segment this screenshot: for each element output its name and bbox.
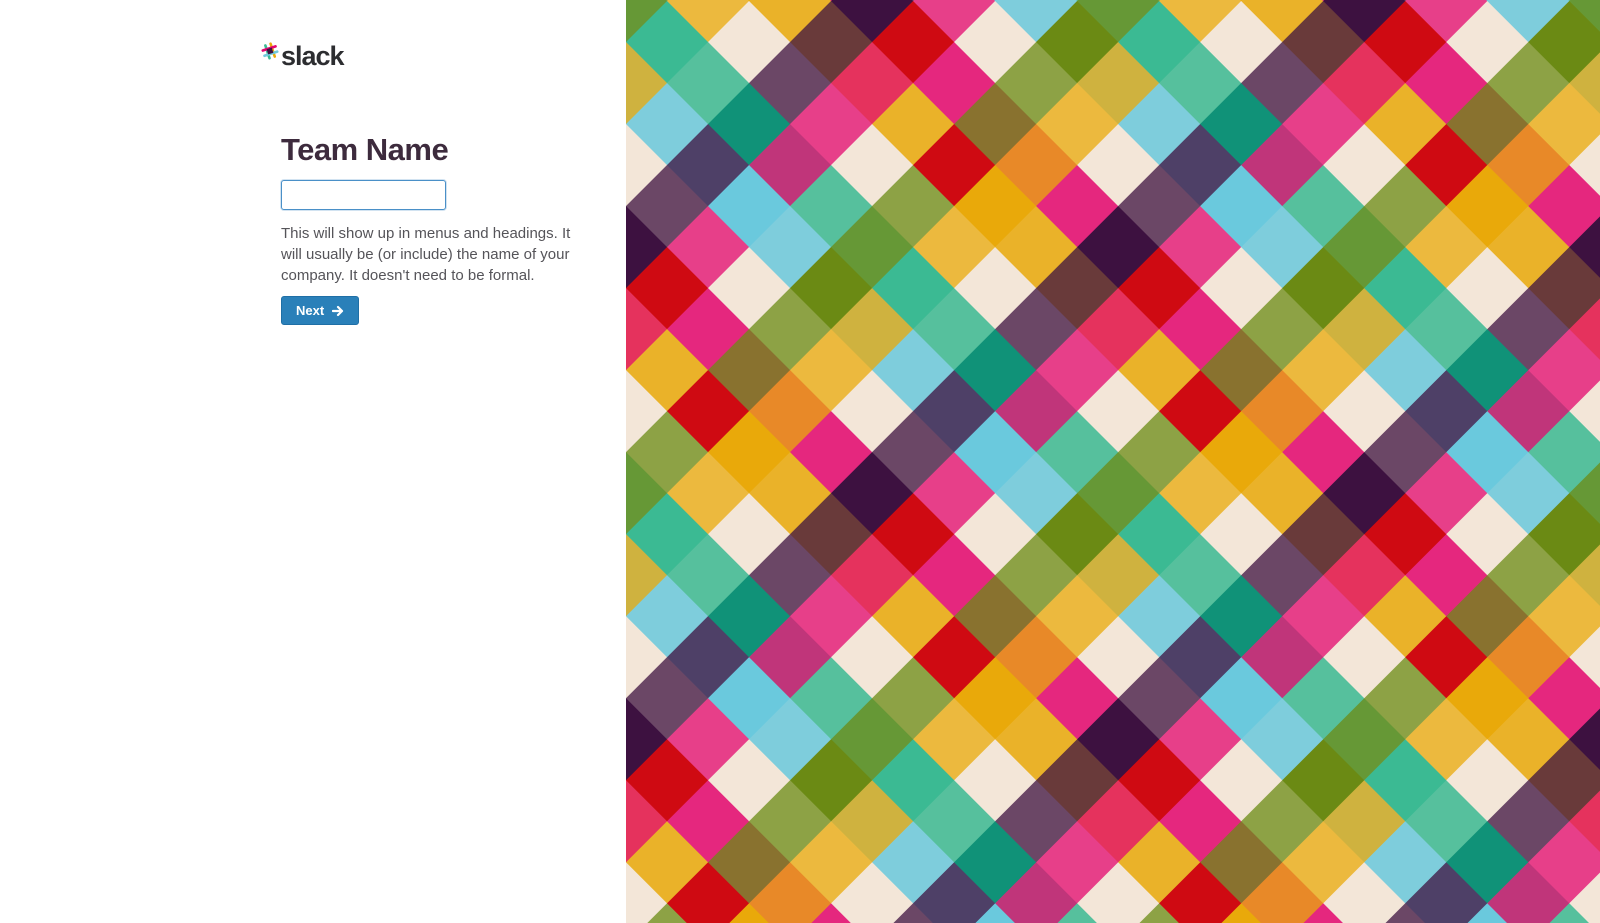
signup-panel: slack Team Name This will show up in men…: [0, 0, 626, 923]
slack-hash-icon: [261, 42, 279, 60]
next-button[interactable]: Next: [281, 296, 360, 325]
arrow-right-icon: [332, 305, 344, 316]
plaid-pattern: [626, 0, 1600, 923]
help-text: This will show up in menus and headings.…: [281, 225, 571, 284]
logo-text: slack: [281, 41, 345, 71]
plaid-background: [626, 0, 1600, 923]
team-name-form: Team Name This will show up in menus and…: [281, 128, 581, 325]
page-title: Team Name: [281, 132, 449, 167]
next-button-label: Next: [296, 303, 325, 318]
team-name-input[interactable]: [281, 180, 446, 210]
slack-logo: slack: [260, 40, 345, 72]
